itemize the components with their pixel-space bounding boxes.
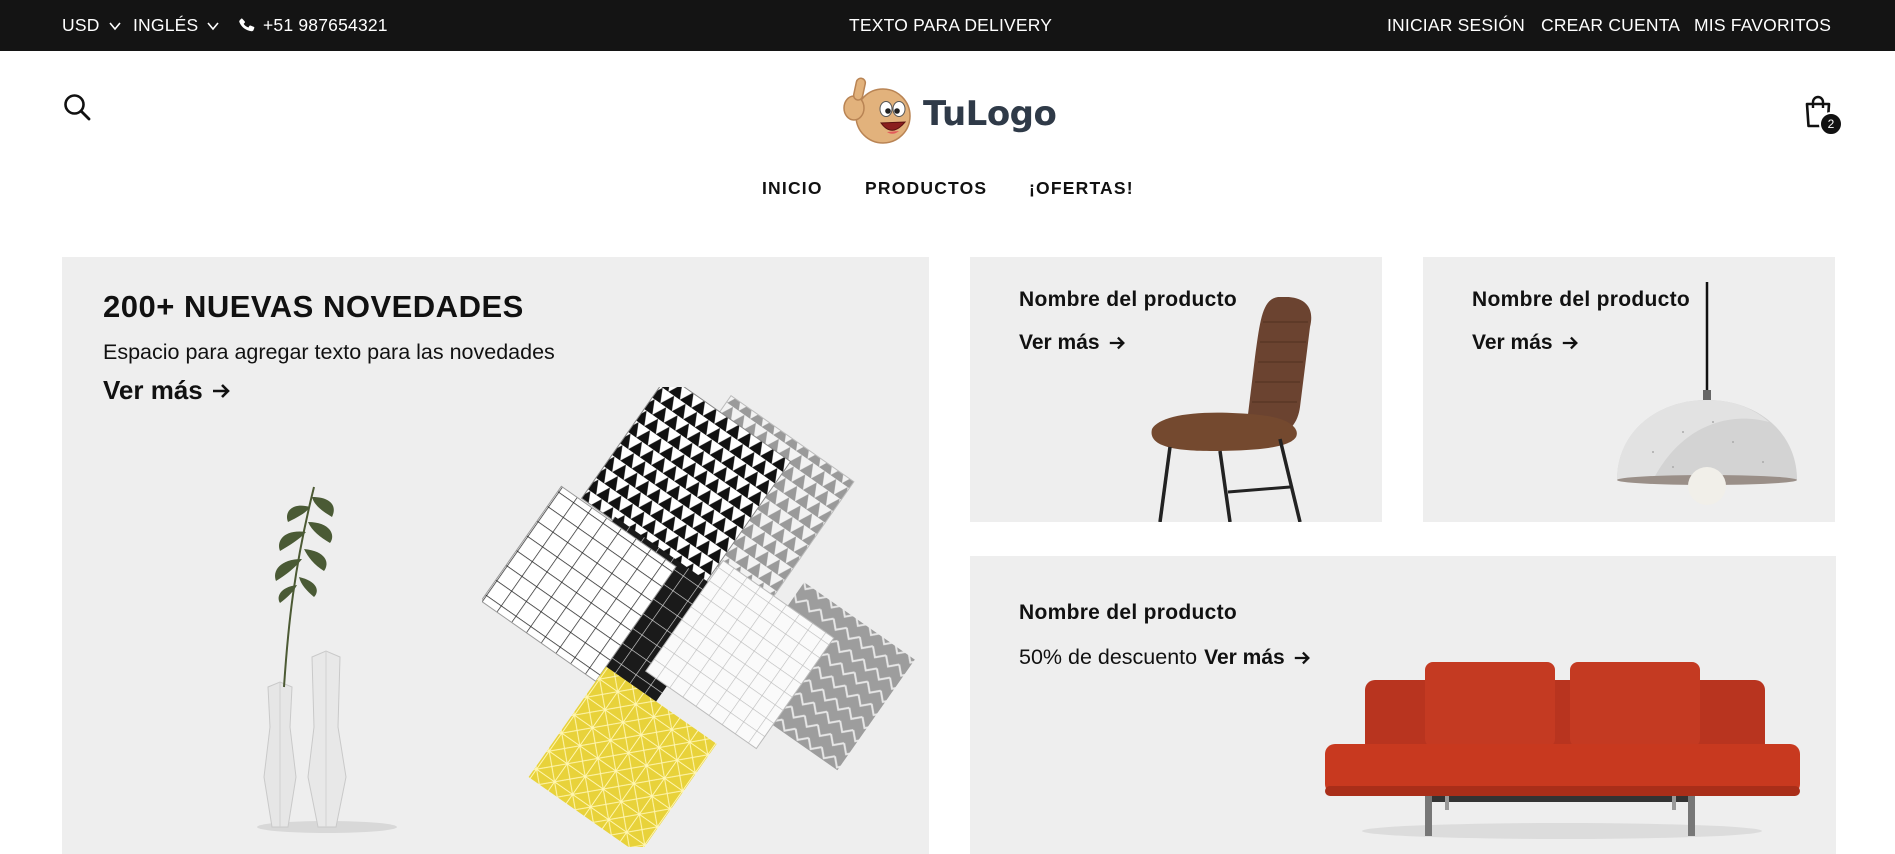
chevron-down-icon bbox=[207, 21, 220, 30]
product-card-chair[interactable]: Nombre del producto Ver más bbox=[970, 257, 1382, 522]
product-card-sofa[interactable]: Nombre del producto 50% de descuento Ver… bbox=[970, 556, 1836, 854]
nav-item-ofertas[interactable]: ¡OFERTAS! bbox=[1029, 178, 1134, 199]
product-see-more-link[interactable]: Ver más bbox=[1019, 331, 1126, 355]
top-bar: USD INGLÉS +51 987654321 TEXTO PARA DELI… bbox=[0, 0, 1895, 51]
main-nav: INICIO PRODUCTOS ¡OFERTAS! bbox=[0, 178, 1895, 202]
currency-selector[interactable]: USD bbox=[62, 0, 122, 51]
search-icon[interactable] bbox=[62, 92, 92, 122]
fabric-swatches-image bbox=[482, 387, 915, 847]
favorites-link[interactable]: MIS FAVORITOS bbox=[1694, 0, 1831, 51]
language-label: INGLÉS bbox=[133, 15, 199, 35]
product-title: Nombre del producto bbox=[1019, 601, 1238, 624]
red-sofa-image bbox=[1325, 662, 1800, 839]
phone-link[interactable]: +51 987654321 bbox=[237, 0, 388, 51]
arrow-right-icon bbox=[212, 383, 230, 398]
arrow-right-icon bbox=[1562, 336, 1578, 350]
register-link[interactable]: CREAR CUENTA bbox=[1541, 0, 1680, 51]
vases-with-plant-image bbox=[257, 486, 397, 833]
phone-icon bbox=[239, 18, 255, 31]
favorites-label: MIS FAVORITOS bbox=[1694, 15, 1832, 35]
brown-chair-image bbox=[1151, 297, 1312, 522]
product-link-label: Ver más bbox=[1019, 331, 1100, 354]
phone-number: +51 987654321 bbox=[263, 15, 388, 35]
product-link-label: Ver más bbox=[1204, 645, 1285, 669]
hero-link-label: Ver más bbox=[103, 375, 203, 405]
hero-see-more-link[interactable]: Ver más bbox=[103, 375, 231, 406]
currency-label: USD bbox=[62, 15, 100, 35]
hero-subtitle: Espacio para agregar texto para las nove… bbox=[103, 340, 555, 364]
hero-title: 200+ NUEVAS NOVEDADES bbox=[103, 289, 524, 324]
discount-row: 50% de descuento Ver más bbox=[1019, 645, 1311, 670]
delivery-label: TEXTO PARA DELIVERY bbox=[849, 15, 1053, 35]
language-selector[interactable]: INGLÉS bbox=[133, 0, 220, 51]
logo-text: TuLogo bbox=[923, 94, 1057, 134]
arrow-right-icon bbox=[1294, 651, 1310, 664]
cart-button[interactable]: 2 bbox=[1803, 94, 1845, 136]
thumbs-up-mascot-icon bbox=[843, 77, 911, 144]
chevron-down-icon bbox=[108, 21, 121, 30]
arrow-right-icon bbox=[1109, 336, 1125, 350]
pendant-lamp-image bbox=[1617, 282, 1797, 505]
site-logo[interactable]: TuLogo bbox=[841, 70, 1061, 148]
nav-item-productos[interactable]: PRODUCTOS bbox=[865, 178, 987, 199]
product-card-lamp[interactable]: Nombre del producto Ver más bbox=[1423, 257, 1835, 522]
product-see-more-link[interactable]: Ver más bbox=[1472, 331, 1579, 355]
cart-count-badge: 2 bbox=[1819, 112, 1843, 136]
discount-text: 50% de descuento bbox=[1019, 645, 1198, 669]
hero-banner[interactable]: 200+ NUEVAS NOVEDADES Espacio para agreg… bbox=[62, 257, 929, 854]
login-link[interactable]: INICIAR SESIÓN bbox=[1387, 0, 1525, 51]
product-link-label: Ver más bbox=[1472, 331, 1553, 354]
product-see-more-link[interactable]: Ver más bbox=[1204, 646, 1311, 670]
login-label: INICIAR SESIÓN bbox=[1387, 15, 1525, 35]
delivery-text: TEXTO PARA DELIVERY bbox=[849, 0, 1052, 51]
nav-item-inicio[interactable]: INICIO bbox=[762, 178, 823, 199]
register-label: CREAR CUENTA bbox=[1541, 15, 1681, 35]
